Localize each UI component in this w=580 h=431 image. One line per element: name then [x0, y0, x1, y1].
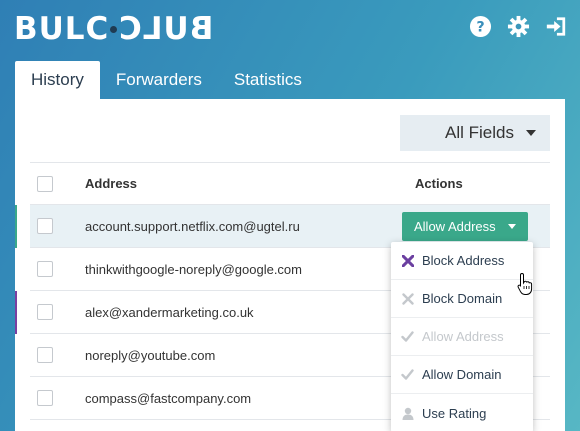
- row-checkbox[interactable]: [37, 347, 53, 363]
- row-actions: Allow Address: [385, 211, 550, 241]
- field-selector-label: All Fields: [445, 123, 514, 142]
- row-checkbox[interactable]: [37, 390, 53, 406]
- row-checkbox[interactable]: [37, 304, 53, 320]
- field-selector-dropdown[interactable]: All Fields: [400, 115, 550, 151]
- search-row: All Fields: [30, 115, 550, 151]
- action-dropdown-menu: Block Address Block Domain Allow Address…: [391, 242, 533, 431]
- row-marker: [15, 291, 17, 334]
- menu-item-allow-domain[interactable]: Allow Domain: [391, 356, 533, 394]
- allow-address-button[interactable]: Allow Address: [402, 211, 528, 241]
- cross-icon: [401, 254, 414, 267]
- menu-item-block-address[interactable]: Block Address: [391, 242, 533, 280]
- app-logo: BULC BULC: [14, 11, 214, 47]
- row-marker: [15, 205, 17, 248]
- tab-forwarders[interactable]: Forwarders: [100, 61, 218, 99]
- help-icon[interactable]: ?: [468, 14, 492, 38]
- row-checkbox-cell: [30, 347, 85, 363]
- menu-item-block-domain[interactable]: Block Domain: [391, 280, 533, 318]
- menu-item-label: Block Domain: [422, 291, 503, 306]
- column-header-address: Address: [85, 176, 138, 191]
- menu-item-label: Use Rating: [422, 405, 487, 421]
- person-icon: [401, 407, 414, 420]
- check-icon: [401, 330, 414, 343]
- menu-item-use-rating[interactable]: Use Rating: [391, 394, 533, 431]
- chevron-down-icon: [507, 223, 516, 229]
- tab-bar: History Forwarders Statistics: [15, 61, 318, 99]
- search-input[interactable]: [30, 115, 400, 151]
- menu-item-label: Allow Domain: [422, 367, 502, 382]
- row-address: alex@xandermarketing.co.uk: [85, 304, 254, 320]
- row-checkbox-cell: [30, 390, 85, 406]
- row-checkbox-cell: [30, 218, 85, 234]
- row-address: noreply@youtube.com: [85, 347, 216, 363]
- tab-history[interactable]: History: [15, 61, 100, 99]
- row-address: account.support.netflix.com@ugtel.ru: [85, 218, 300, 234]
- select-all-cell: [30, 175, 85, 192]
- svg-text:?: ?: [476, 19, 484, 35]
- logo-dot: [110, 25, 118, 33]
- menu-item-allow-address: Allow Address: [391, 318, 533, 356]
- allow-address-label: Allow Address: [414, 218, 496, 234]
- tab-statistics[interactable]: Statistics: [218, 61, 318, 99]
- logo-text-right-mirrored: BULC: [118, 11, 214, 47]
- top-bar: BULC BULC ?: [0, 0, 580, 60]
- column-header-actions: Actions: [415, 176, 463, 191]
- gear-icon[interactable]: [506, 14, 530, 38]
- logout-icon[interactable]: [544, 14, 568, 38]
- menu-item-label: Block Address: [422, 253, 505, 268]
- table-header: Address Actions: [30, 162, 550, 205]
- row-checkbox[interactable]: [37, 218, 53, 234]
- chevron-down-icon: [526, 130, 536, 136]
- select-all-checkbox[interactable]: [37, 175, 53, 192]
- row-address: thinkwithgoogle-noreply@google.com: [85, 261, 302, 277]
- row-checkbox-cell: [30, 261, 85, 277]
- row-address: compass@fastcompany.com: [85, 390, 252, 406]
- check-icon: [401, 368, 414, 381]
- cross-icon: [401, 292, 414, 305]
- row-checkbox[interactable]: [37, 261, 53, 277]
- menu-item-label: Allow Address: [422, 329, 504, 344]
- top-icons: ?: [468, 14, 568, 38]
- row-checkbox-cell: [30, 304, 85, 320]
- logo-text-left: BULC: [14, 11, 110, 47]
